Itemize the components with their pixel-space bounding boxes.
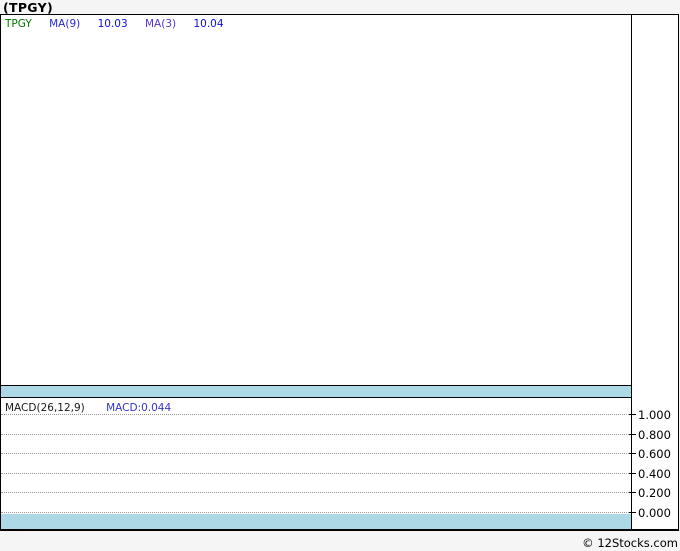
copyright-link[interactable]: © 12Stocks.com xyxy=(582,536,679,550)
y-axis-tick-label: 0.400 xyxy=(638,466,671,481)
y-axis-tick-label: 0.800 xyxy=(638,427,671,442)
y-axis-tick-mark xyxy=(629,434,636,435)
price-panel: TPGY MA(9) 10.03 MA(3) 10.04 xyxy=(1,15,631,386)
ma3-label: MA(3) xyxy=(145,18,177,30)
stock-chart-page: (TPGY) TPGY MA(9) 10.03 MA(3) 10.04 MACD… xyxy=(0,0,680,550)
macd-gridline xyxy=(1,512,631,513)
y-axis-tick-mark xyxy=(629,512,636,513)
macd-gridline xyxy=(1,492,631,493)
macd-gridline xyxy=(1,453,631,454)
macd-value: MACD:0.044 xyxy=(106,402,172,414)
ticker-label: TPGY xyxy=(5,18,32,30)
y-axis-tick-label: 0.600 xyxy=(638,446,671,461)
volume-band xyxy=(1,386,631,398)
ma3-value: 10.04 xyxy=(193,18,224,30)
macd-gridline xyxy=(1,473,631,474)
copyright-bar: © 12Stocks.com xyxy=(0,532,679,550)
y-axis-tick-mark xyxy=(629,473,636,474)
y-axis-tick-label: 0.200 xyxy=(638,485,671,500)
macd-y-axis: 1.000 0.800 0.600 0.400 0.200 0.000 xyxy=(629,15,678,529)
macd-panel-legend: MACD(26,12,9) MACD:0.044 xyxy=(5,402,171,414)
y-axis-tick-label: 0.000 xyxy=(638,505,671,520)
y-axis-tick-row: 0.600 xyxy=(629,446,678,461)
macd-label: MACD(26,12,9) xyxy=(5,402,85,414)
y-axis-tick-row: 0.200 xyxy=(629,485,678,500)
chart-frame: TPGY MA(9) 10.03 MA(3) 10.04 MACD(26,12,… xyxy=(0,14,679,531)
y-axis-tick-mark xyxy=(629,492,636,493)
macd-gridline xyxy=(1,434,631,435)
ma9-label: MA(9) xyxy=(49,18,81,30)
y-axis-tick-row: 1.000 xyxy=(629,407,678,422)
y-axis-tick-row: 0.400 xyxy=(629,466,678,481)
macd-gridline xyxy=(1,414,631,415)
y-axis-tick-row: 0.800 xyxy=(629,427,678,442)
y-axis-tick-label: 1.000 xyxy=(638,407,671,422)
y-axis-tick-mark xyxy=(629,414,636,415)
y-axis-tick-row: 0.000 xyxy=(629,505,678,520)
price-panel-legend: TPGY MA(9) 10.03 MA(3) 10.04 xyxy=(5,18,238,30)
ma9-value: 10.03 xyxy=(97,18,128,30)
y-axis-tick-mark xyxy=(629,453,636,454)
macd-band xyxy=(1,514,631,529)
page-title: (TPGY) xyxy=(3,0,53,15)
macd-panel: MACD(26,12,9) MACD:0.044 xyxy=(1,398,631,529)
